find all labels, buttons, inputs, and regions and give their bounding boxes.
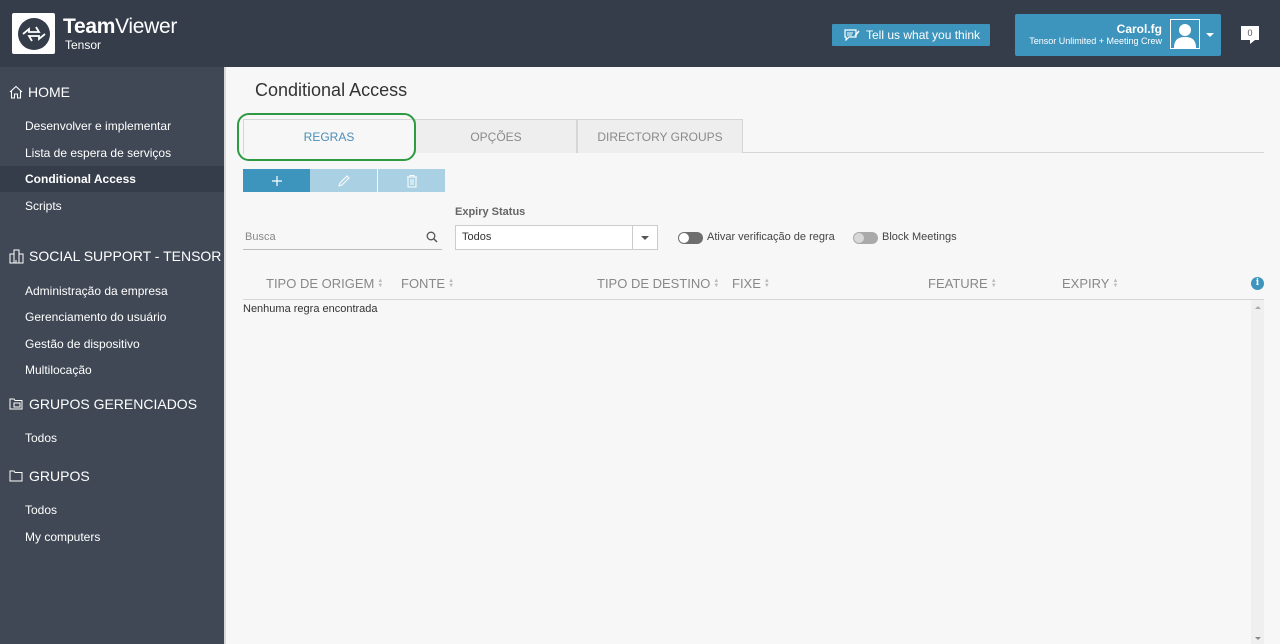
pencil-icon xyxy=(337,174,350,187)
notifications-button[interactable]: 0 xyxy=(1241,26,1259,44)
sort-icon: ▲ ▼ xyxy=(763,277,770,289)
rule-verification-toggle[interactable] xyxy=(678,232,703,244)
sort-icon: ▲ ▼ xyxy=(1112,277,1119,289)
avatar xyxy=(1170,19,1200,49)
trash-icon xyxy=(406,174,417,187)
scroll-up-icon[interactable] xyxy=(1255,306,1261,309)
sidebar-item-gestao-dispositivo[interactable]: Gestão de dispositivo xyxy=(0,331,224,357)
table-header-divider xyxy=(243,299,1264,300)
sidebar-item-grupos-todos[interactable]: Todos xyxy=(0,497,224,523)
sort-icon: ▲ ▼ xyxy=(990,277,997,289)
column-header-fixe[interactable]: FIXE ▲ ▼ xyxy=(732,276,770,291)
user-avatar-icon xyxy=(1174,24,1196,48)
folder-icon xyxy=(9,470,23,482)
section-title: SOCIAL SUPPORT - TENSOR xyxy=(29,248,222,264)
sidebar-section-home[interactable]: HOME xyxy=(9,84,70,100)
sidebar-item-conditional-access[interactable]: Conditional Access xyxy=(0,166,224,192)
chevron-down-icon xyxy=(641,236,649,240)
tab-opcoes[interactable]: OPÇÕES xyxy=(415,119,577,153)
building-icon xyxy=(9,249,24,263)
teamviewer-logo-icon xyxy=(17,17,50,50)
block-meetings-label: Block Meetings xyxy=(882,231,957,243)
sidebar-section-grupos[interactable]: GRUPOS xyxy=(9,468,90,484)
home-icon xyxy=(9,85,23,99)
user-name: Carol.fg xyxy=(1116,22,1162,36)
sidebar-divider xyxy=(224,67,226,644)
expiry-status-select[interactable]: Todos xyxy=(455,225,658,250)
tab-regras[interactable]: REGRAS xyxy=(243,119,415,154)
brand-subtitle: Tensor xyxy=(65,38,102,52)
delete-rule-button[interactable] xyxy=(378,169,445,192)
sidebar-item-lista-espera[interactable]: Lista de espera de serviços xyxy=(0,140,224,166)
sidebar-item-administracao[interactable]: Administração da empresa xyxy=(0,278,224,304)
sidebar-item-desenvolver[interactable]: Desenvolver e implementar xyxy=(0,113,224,139)
teamviewer-logo[interactable] xyxy=(12,13,55,54)
column-header-tipo-origem[interactable]: TIPO DE ORIGEM ▲ ▼ xyxy=(266,276,383,291)
sidebar-item-gerenciamento-usuario[interactable]: Gerenciamento do usuário xyxy=(0,304,224,330)
section-title: GRUPOS xyxy=(29,468,90,484)
feedback-label: Tell us what you think xyxy=(866,28,981,42)
add-rule-button[interactable] xyxy=(243,169,310,192)
rule-verification-label: Ativar verificação de regra xyxy=(707,231,835,243)
info-icon[interactable]: i xyxy=(1251,277,1264,290)
search-icon[interactable] xyxy=(426,231,438,243)
section-title: GRUPOS GERENCIADOS xyxy=(29,396,198,412)
select-divider xyxy=(632,226,633,249)
feedback-button[interactable]: Tell us what you think xyxy=(832,24,990,46)
expiry-status-value: Todos xyxy=(462,231,492,243)
managed-folder-icon xyxy=(9,398,23,410)
table-scrollbar[interactable] xyxy=(1251,300,1264,644)
sidebar-section-grupos-gerenciados[interactable]: GRUPOS GERENCIADOS xyxy=(9,396,197,412)
column-header-expiry[interactable]: EXPIRY ▲ ▼ xyxy=(1062,276,1118,291)
feedback-icon xyxy=(844,29,860,41)
block-meetings-toggle[interactable] xyxy=(853,232,878,244)
user-menu-button[interactable]: Carol.fg Tensor Unlimited + Meeting Crew xyxy=(1015,14,1221,56)
section-title: HOME xyxy=(28,84,70,100)
search-input[interactable] xyxy=(243,226,413,248)
column-header-feature[interactable]: FEATURE ▲ ▼ xyxy=(928,276,997,291)
sort-icon: ▲ ▼ xyxy=(713,277,720,289)
sidebar-item-scripts[interactable]: Scripts xyxy=(0,193,224,219)
search-field xyxy=(243,226,442,250)
chevron-down-icon xyxy=(1206,33,1214,37)
sidebar-item-multilocacao[interactable]: Multilocação xyxy=(0,357,224,383)
user-organization: Tensor Unlimited + Meeting Crew xyxy=(1029,36,1162,46)
empty-table-message: Nenhuma regra encontrada xyxy=(243,303,378,315)
sidebar-section-social-support[interactable]: SOCIAL SUPPORT - TENSOR xyxy=(9,248,221,264)
scroll-down-icon[interactable] xyxy=(1255,637,1261,640)
page-title: Conditional Access xyxy=(255,80,408,100)
column-header-tipo-destino[interactable]: TIPO DE DESTINO ▲ ▼ xyxy=(597,276,719,291)
top-bar: TeamViewer Tensor Tell us what you think… xyxy=(0,0,1280,67)
brand-name: TeamViewer xyxy=(63,15,178,38)
tab-directory-groups[interactable]: DIRECTORY GROUPS xyxy=(577,119,743,153)
sort-icon: ▲ ▼ xyxy=(448,277,455,289)
column-header-fonte[interactable]: FONTE ▲ ▼ xyxy=(401,276,454,291)
edit-rule-button[interactable] xyxy=(310,169,377,192)
expiry-status-label: Expiry Status xyxy=(455,206,526,218)
sidebar-item-my-computers[interactable]: My computers xyxy=(0,524,224,550)
sort-icon: ▲ ▼ xyxy=(377,277,384,289)
sidebar-item-managed-todos[interactable]: Todos xyxy=(0,425,224,451)
plus-icon xyxy=(271,175,282,186)
